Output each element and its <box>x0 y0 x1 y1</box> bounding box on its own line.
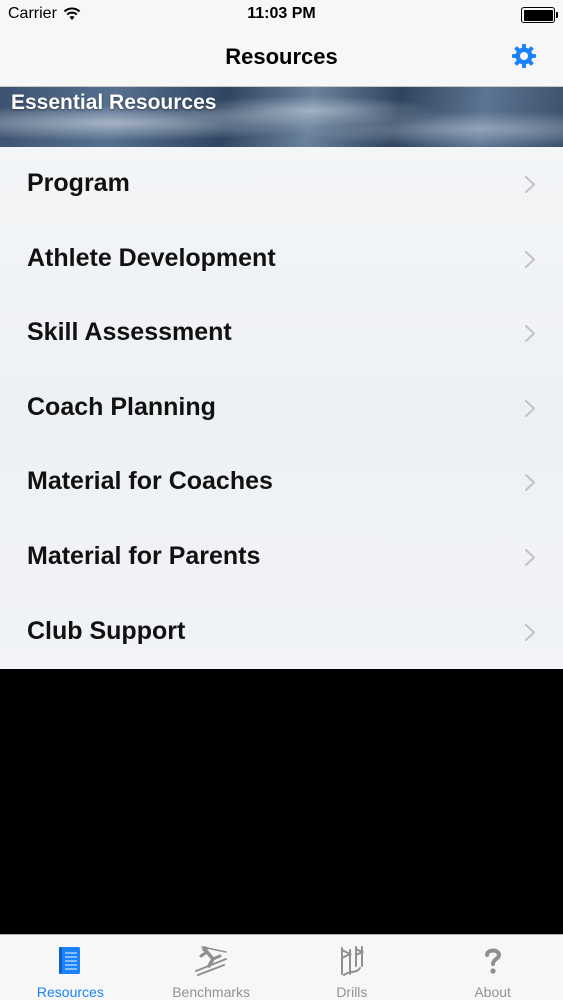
battery-fill <box>523 9 553 21</box>
list-item-label: Program <box>27 169 130 197</box>
list-item-club-support[interactable]: Club Support <box>0 595 563 670</box>
tab-label: About <box>474 984 511 1000</box>
chevron-right-icon <box>524 325 536 343</box>
list-item-material-for-parents[interactable]: Material for Parents <box>0 520 563 595</box>
list-item-label: Skill Assessment <box>27 318 232 347</box>
tab-about[interactable]: About <box>422 935 563 1000</box>
chevron-right-icon <box>524 548 536 567</box>
status-bar: Carrier 11:03 PM <box>0 0 563 30</box>
settings-button[interactable] <box>511 43 537 69</box>
battery-icon <box>521 7 558 23</box>
tab-bar: Resources Benchmarks Drills About <box>0 934 563 1000</box>
list-item-label: Coach Planning <box>27 392 216 421</box>
question-mark-icon <box>484 948 501 974</box>
list-item-label: Material for Parents <box>27 541 261 570</box>
navigation-bar: Resources <box>0 30 563 87</box>
tab-label: Benchmarks <box>172 984 251 1000</box>
empty-content-area <box>0 669 563 934</box>
chevron-right-icon <box>524 175 536 194</box>
tab-resources[interactable]: Resources <box>0 935 141 1000</box>
battery-nub <box>555 12 558 18</box>
status-time: 11:03 PM <box>247 5 316 22</box>
skier-icon <box>195 946 228 976</box>
section-title: Essential Resources <box>11 91 217 114</box>
slalom-gates-icon <box>340 946 365 976</box>
chevron-right-icon <box>524 474 536 492</box>
tab-label: Resources <box>36 984 104 1000</box>
chevron-right-icon <box>524 623 536 641</box>
list-item-label: Athlete Development <box>27 243 276 272</box>
chevron-right-icon <box>524 250 536 268</box>
book-icon <box>59 947 81 974</box>
tab-drills[interactable]: Drills <box>282 935 423 1000</box>
gear-icon <box>512 44 536 68</box>
list-item-coach-planning[interactable]: Coach Planning <box>0 371 563 446</box>
list-item-athlete-development[interactable]: Athlete Development <box>0 222 563 297</box>
resources-list: Program Athlete Development Skill Assess… <box>0 147 563 669</box>
list-item-label: Material for Coaches <box>27 467 273 496</box>
list-item-program[interactable]: Program <box>0 147 563 222</box>
page-title: Resources <box>225 44 338 69</box>
section-header: Essential Resources <box>0 87 563 147</box>
list-item-material-for-coaches[interactable]: Material for Coaches <box>0 445 563 520</box>
chevron-right-icon <box>524 399 536 417</box>
list-item-label: Club Support <box>27 616 186 645</box>
list-item-skill-assessment[interactable]: Skill Assessment <box>0 296 563 371</box>
tab-label: Drills <box>336 984 368 1000</box>
tab-benchmarks[interactable]: Benchmarks <box>141 935 282 1000</box>
